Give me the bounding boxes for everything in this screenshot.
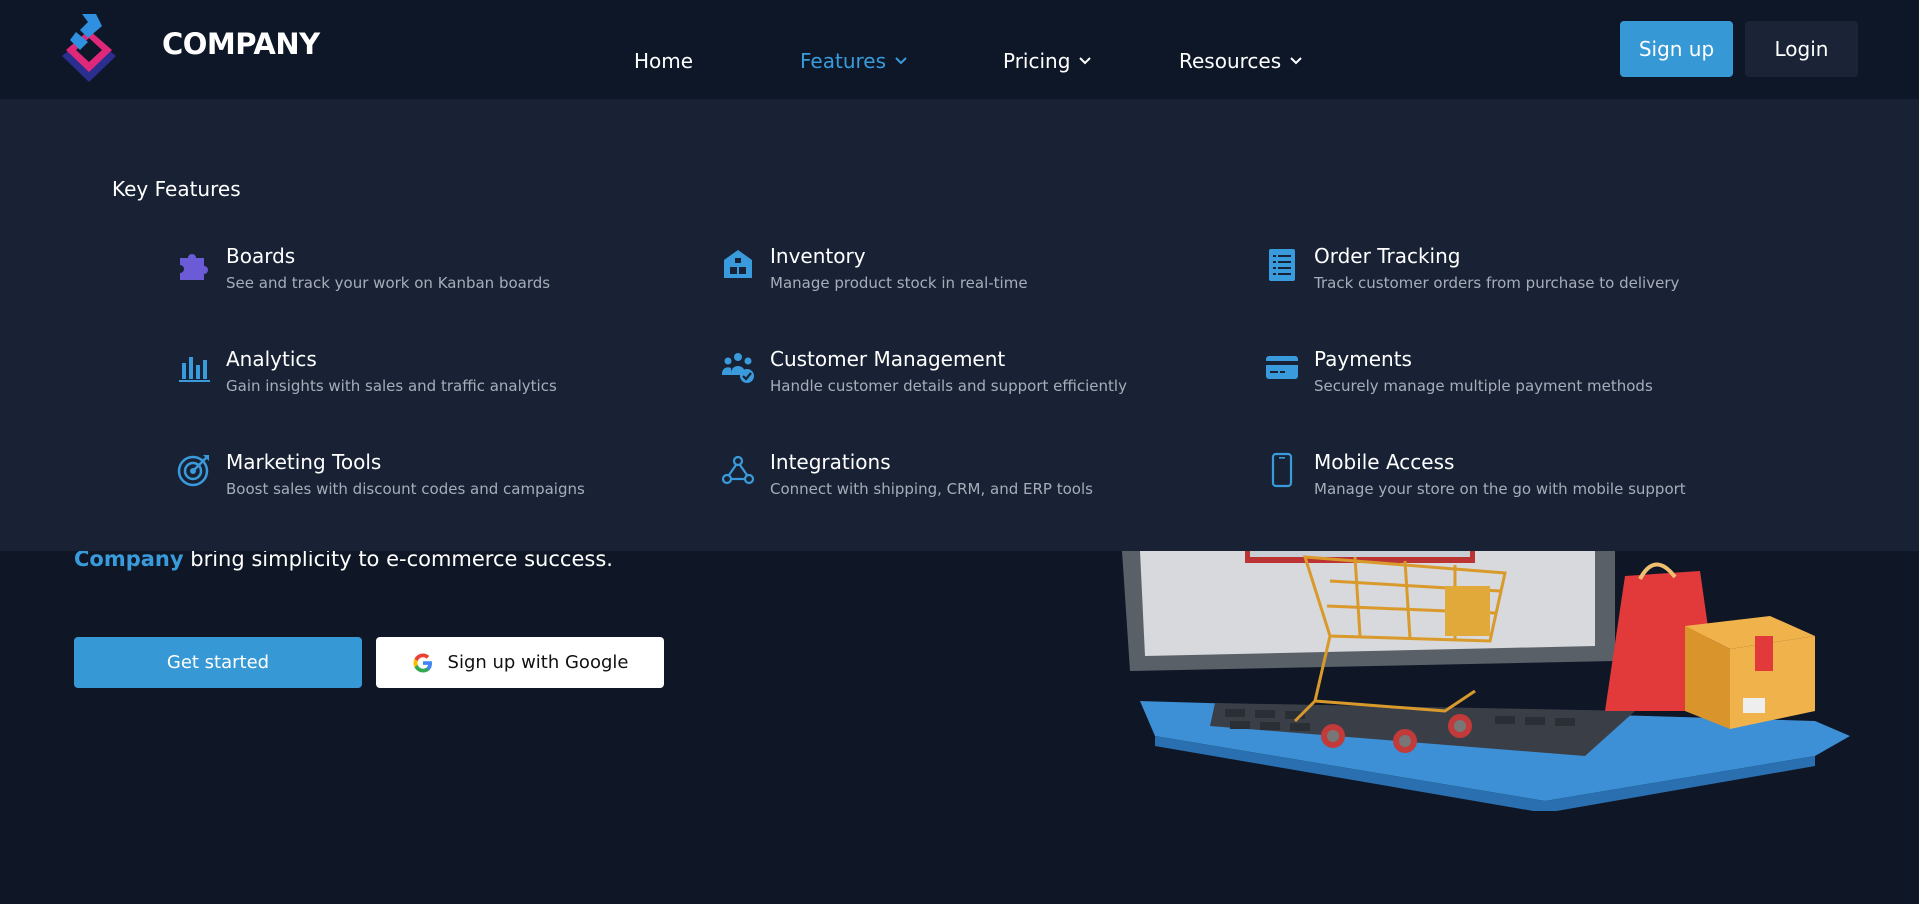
chevron-down-icon — [1290, 57, 1302, 65]
nav-resources-label: Resources — [1179, 49, 1282, 73]
google-signup-label: Sign up with Google — [447, 652, 629, 673]
signup-button[interactable]: Sign up — [1620, 21, 1733, 77]
feature-name: Order Tracking — [1314, 244, 1461, 268]
users-check-icon — [722, 353, 754, 383]
login-button[interactable]: Login — [1745, 21, 1858, 77]
warehouse-icon — [724, 250, 752, 278]
top-navbar: COMPANY Home Features Pricing Resources … — [0, 0, 1919, 99]
feature-name: Integrations — [770, 450, 891, 474]
nav-features-label: Features — [800, 49, 886, 73]
feature-name: Inventory — [770, 244, 866, 268]
feature-desc: Manage your store on the go with mobile … — [1314, 480, 1686, 498]
google-icon — [413, 653, 432, 672]
dropdown-title: Key Features — [112, 177, 241, 201]
nav-home[interactable]: Home — [634, 49, 693, 73]
feature-order-tracking[interactable]: Order Tracking Track customer orders fro… — [1264, 244, 1784, 304]
target-icon — [177, 455, 209, 487]
puzzle-icon — [180, 254, 208, 280]
receipt-list-icon — [1269, 249, 1295, 281]
feature-payments[interactable]: Payments Securely manage multiple paymen… — [1264, 347, 1784, 407]
feature-desc: Track customer orders from purchase to d… — [1314, 274, 1680, 292]
features-dropdown: Key Features Boards See and track your w… — [0, 99, 1919, 551]
feature-name: Boards — [226, 244, 296, 268]
nav-resources[interactable]: Resources — [1179, 49, 1303, 73]
feature-name: Analytics — [226, 347, 317, 371]
brand-name[interactable]: COMPANY — [162, 27, 320, 61]
feature-boards[interactable]: Boards See and track your work on Kanban… — [176, 244, 696, 304]
feature-mobile-access[interactable]: Mobile Access Manage your store on the g… — [1264, 450, 1784, 510]
feature-customer-management[interactable]: Customer Management Handle customer deta… — [720, 347, 1240, 407]
nav-features[interactable]: Features — [800, 49, 908, 73]
nav-pricing[interactable]: Pricing — [1003, 49, 1092, 73]
feature-desc: Gain insights with sales and traffic ana… — [226, 377, 557, 395]
nav-home-label: Home — [634, 49, 694, 73]
feature-name: Marketing Tools — [226, 450, 382, 474]
company-logo-icon[interactable] — [58, 12, 120, 84]
nav-pricing-label: Pricing — [1003, 49, 1071, 73]
feature-inventory[interactable]: Inventory Manage product stock in real-t… — [720, 244, 1240, 304]
ecommerce-illustration — [1122, 551, 1850, 811]
smartphone-icon — [1271, 452, 1293, 488]
bar-chart-icon — [179, 357, 210, 382]
feature-marketing-tools[interactable]: Marketing Tools Boost sales with discoun… — [176, 450, 696, 510]
feature-integrations[interactable]: Integrations Connect with shipping, CRM,… — [720, 450, 1240, 510]
webhook-icon — [721, 455, 755, 485]
feature-analytics[interactable]: Analytics Gain insights with sales and t… — [176, 347, 696, 407]
feature-name: Payments — [1314, 347, 1412, 371]
credit-card-icon — [1266, 356, 1298, 379]
feature-desc: Connect with shipping, CRM, and ERP tool… — [770, 480, 1093, 498]
get-started-button[interactable]: Get started — [74, 637, 362, 688]
feature-desc: Handle customer details and support effi… — [770, 377, 1127, 395]
chevron-down-icon — [895, 57, 907, 65]
chevron-down-icon — [1079, 57, 1092, 65]
feature-desc: Securely manage multiple payment methods — [1314, 377, 1653, 395]
feature-name: Customer Management — [770, 347, 1006, 371]
feature-desc: See and track your work on Kanban boards — [226, 274, 551, 292]
feature-name: Mobile Access — [1314, 450, 1455, 474]
feature-desc: Boost sales with discount codes and camp… — [226, 480, 585, 498]
feature-desc: Manage product stock in real-time — [770, 274, 1028, 292]
google-signup-button[interactable]: Sign up with Google — [376, 637, 664, 688]
